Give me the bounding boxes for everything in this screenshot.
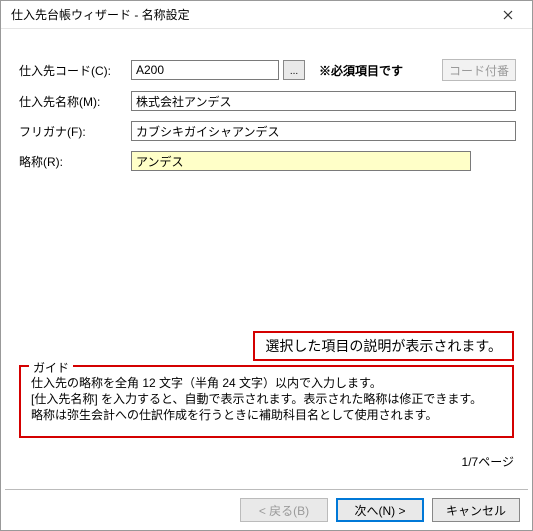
row-name: 仕入先名称(M): bbox=[19, 91, 516, 111]
code-number-button: コード付番 bbox=[442, 59, 516, 81]
back-button: < 戻る(B) bbox=[240, 498, 328, 522]
guide-line: 仕入先の略称を全角 12 文字（半角 24 文字）以内で入力します。 bbox=[31, 375, 502, 391]
label-abbrev: 略称(R): bbox=[19, 153, 131, 170]
row-code: 仕入先コード(C): ... ※必須項目です コード付番 bbox=[19, 59, 516, 81]
window-title: 仕入先台帳ウィザード - 名称設定 bbox=[11, 6, 190, 23]
label-furigana: フリガナ(F): bbox=[19, 123, 131, 140]
abbrev-input[interactable] bbox=[131, 151, 471, 171]
footer: < 戻る(B) 次へ(N) > キャンセル bbox=[1, 490, 532, 530]
callout-note: 選択した項目の説明が表示されます。 bbox=[253, 331, 514, 361]
guide-line: [仕入先名称] を入力すると、自動で表示されます。表示された略称は修正できます。 bbox=[31, 391, 502, 407]
guide-box: ガイド 仕入先の略称を全角 12 文字（半角 24 文字）以内で入力します。 [… bbox=[19, 365, 514, 438]
row-abbrev: 略称(R): bbox=[19, 151, 516, 171]
row-furigana: フリガナ(F): bbox=[19, 121, 516, 141]
cancel-button[interactable]: キャンセル bbox=[432, 498, 520, 522]
code-lookup-button[interactable]: ... bbox=[283, 60, 305, 80]
page-indicator: 1/7ページ bbox=[462, 453, 514, 470]
next-button[interactable]: 次へ(N) > bbox=[336, 498, 424, 522]
code-input[interactable] bbox=[131, 60, 279, 80]
guide-line: 略称は弥生会計への仕訳作成を行うときに補助科目名として使用されます。 bbox=[31, 407, 502, 423]
guide-legend: ガイド bbox=[29, 359, 73, 376]
titlebar: 仕入先台帳ウィザード - 名称設定 bbox=[1, 1, 532, 29]
furigana-input[interactable] bbox=[131, 121, 516, 141]
label-name: 仕入先名称(M): bbox=[19, 93, 131, 110]
close-icon bbox=[503, 10, 513, 20]
form-area: 仕入先コード(C): ... ※必須項目です コード付番 仕入先名称(M): フ… bbox=[1, 29, 532, 171]
required-label: ※必須項目です bbox=[319, 62, 403, 79]
name-input[interactable] bbox=[131, 91, 516, 111]
wizard-dialog: 仕入先台帳ウィザード - 名称設定 仕入先コード(C): ... ※必須項目です… bbox=[0, 0, 533, 531]
label-code: 仕入先コード(C): bbox=[19, 62, 131, 79]
close-button[interactable] bbox=[488, 3, 528, 27]
guide-text: 仕入先の略称を全角 12 文字（半角 24 文字）以内で入力します。 [仕入先名… bbox=[31, 375, 502, 424]
